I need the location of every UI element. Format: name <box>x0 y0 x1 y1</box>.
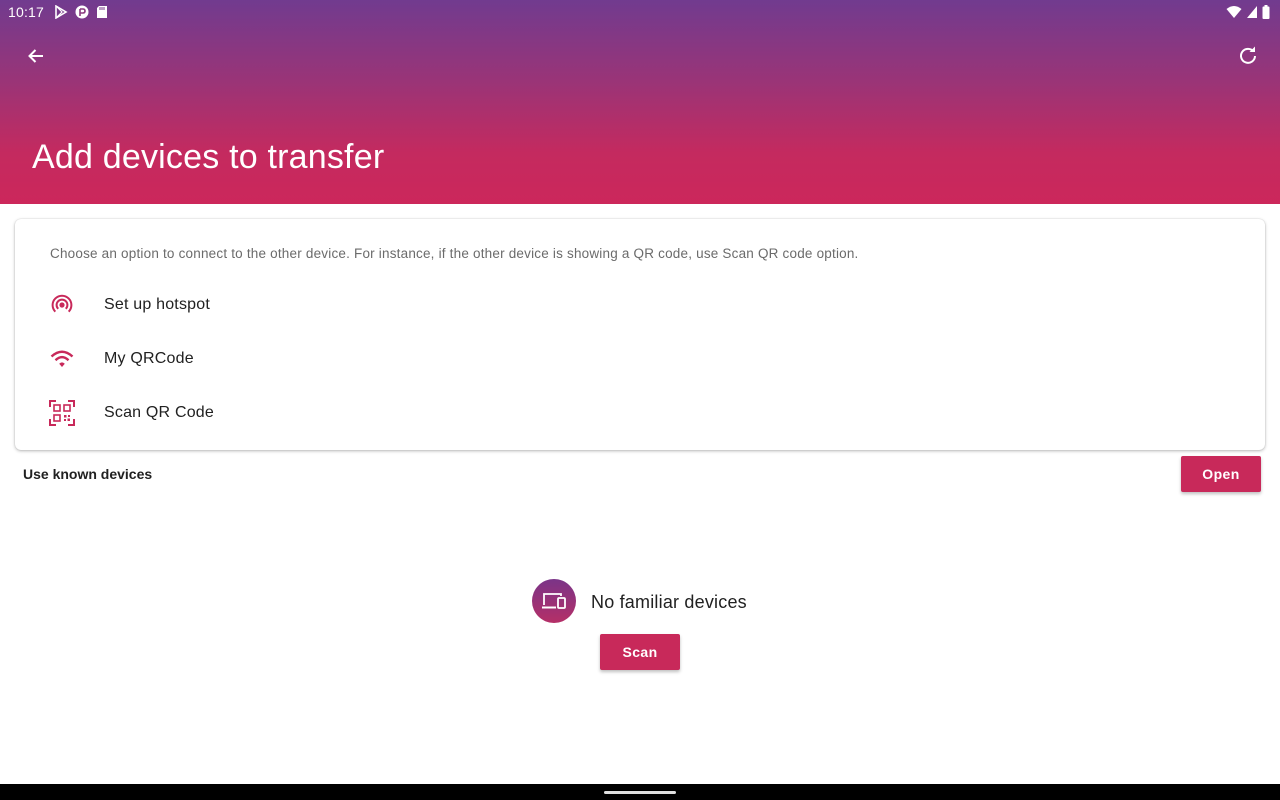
option-label: Scan QR Code <box>104 404 215 421</box>
navigation-bar <box>0 784 1280 800</box>
refresh-button[interactable] <box>1232 40 1264 72</box>
status-bar: 10:17 <box>0 0 1280 24</box>
gesture-handle[interactable] <box>604 791 676 794</box>
hotspot-icon <box>35 291 89 319</box>
back-button[interactable] <box>20 40 52 72</box>
status-icons-right <box>1226 4 1270 20</box>
sd-card-icon <box>97 6 107 18</box>
wifi-icon <box>35 345 89 373</box>
option-label: Set up hotspot <box>104 296 210 313</box>
empty-state-text: No familiar devices <box>591 592 747 612</box>
app-notification-icon <box>75 5 89 19</box>
scan-button[interactable]: Scan <box>600 634 680 670</box>
qr-scan-icon <box>35 399 89 427</box>
battery-icon <box>1262 5 1270 19</box>
arrow-back-icon <box>28 49 43 63</box>
option-my-qrcode[interactable]: My QRCode <box>35 335 1245 383</box>
option-label: My QRCode <box>104 350 194 367</box>
option-scan-qr-code[interactable]: Scan QR Code <box>35 389 1245 437</box>
wifi-icon <box>1226 6 1242 18</box>
option-set-up-hotspot[interactable]: Set up hotspot <box>35 281 1245 329</box>
status-time: 10:17 <box>8 4 45 20</box>
devices-avatar <box>532 579 576 623</box>
card-description: Choose an option to connect to the other… <box>50 246 859 261</box>
open-button[interactable]: Open <box>1181 456 1261 492</box>
app-header: 10:17 Add devices to transfer <box>0 0 1280 204</box>
play-store-icon <box>55 5 68 19</box>
page-title: Add devices to transfer <box>32 138 385 176</box>
devices-icon <box>542 593 566 609</box>
connect-options-card: Choose an option to connect to the other… <box>15 219 1265 450</box>
status-icons-left <box>54 4 108 20</box>
refresh-icon <box>1240 46 1256 64</box>
known-devices-label: Use known devices <box>23 466 153 482</box>
cell-signal-icon <box>1247 6 1257 18</box>
